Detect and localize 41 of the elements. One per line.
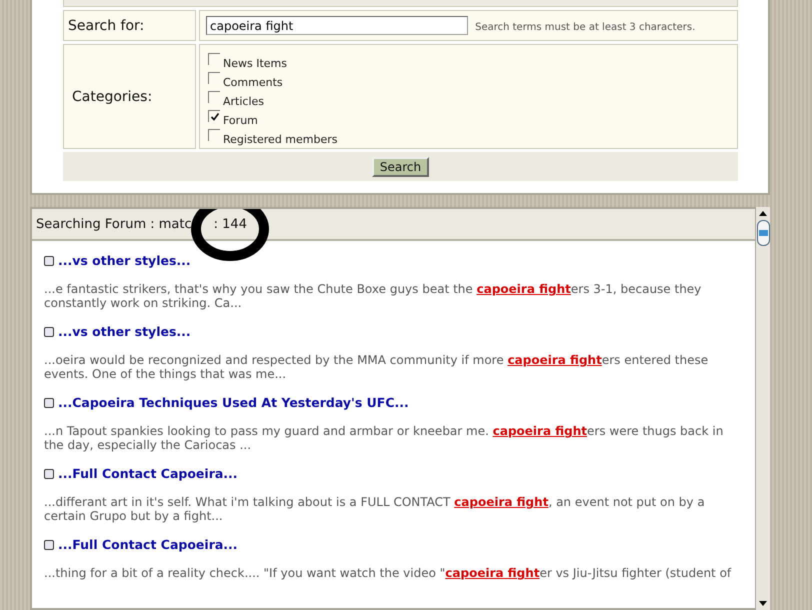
result-snippet: ...thing for a bit of a reality check.... "If you want watch the video "capoeira fighter vs Jiu-Jitsu fighter (student of [44, 566, 732, 580]
match-count: : 144 [214, 216, 247, 232]
checkbox-label: Forum [223, 114, 258, 127]
result-link[interactable]: ...Full Contact Capoeira... [58, 466, 238, 481]
highlight-link[interactable]: capoeira fight [445, 566, 540, 580]
scroll-thumb[interactable] [756, 220, 770, 246]
result-link[interactable]: ...vs other styles... [58, 324, 191, 339]
scrollbar[interactable] [756, 207, 770, 610]
results-heading: Searching Forum : matc [36, 216, 192, 232]
categories-label: Categories: [72, 88, 152, 104]
checkbox[interactable] [208, 53, 220, 65]
highlight-link[interactable]: capoeira fight [476, 282, 571, 296]
scroll-down-icon[interactable] [759, 601, 767, 606]
bullet-icon [44, 468, 54, 478]
result-link[interactable]: ...vs other styles... [58, 253, 191, 268]
bullet-icon [44, 398, 54, 408]
bullet-icon [44, 256, 54, 266]
checkbox-label: Comments [223, 76, 283, 89]
search-label: Search for: [68, 18, 144, 34]
result-link[interactable]: ...Full Contact Capoeira... [58, 537, 238, 552]
result-snippet: ...e fantastic strikers, that's why you saw the Chute Boxe guys beat the capoeira fighters 3-1, because they constantly work on striking. Ca... [44, 282, 702, 310]
result-snippet: ...n Tapout spankies looking to pass my guard and armbar or kneebar me. capoeira fighters were thugs back in the day, especially the Cariocas ... [44, 424, 724, 452]
result-snippet: ...oeira would be recongnized and respected by the MMA community if more capoeira fighters entered these events. One of the things that was me... [44, 353, 710, 381]
checkbox-label: Articles [223, 95, 264, 108]
bullet-icon [44, 326, 54, 336]
checkbox[interactable] [208, 72, 220, 84]
checkbox-label: Registered members [223, 133, 338, 146]
search-button[interactable]: Search [372, 156, 430, 176]
search-field[interactable]: capoeira fight [206, 16, 468, 36]
checkbox[interactable] [208, 129, 220, 141]
checkbox-label: News Items [223, 57, 287, 70]
checkmark-icon [210, 112, 220, 122]
highlight-link[interactable]: capoeira fight [508, 353, 602, 367]
search-hint: Search terms must be at least 3 characters. [475, 22, 696, 33]
checkbox[interactable] [208, 91, 220, 103]
highlight-link[interactable]: capoeira fight [454, 495, 548, 509]
result-snippet: ...differant art in it's self. What i'm talking about is a FULL CONTACT capoeira fight, an event not put on by a certain Grupo but by a fight... [44, 495, 706, 523]
bullet-icon [44, 540, 54, 550]
highlight-link[interactable]: capoeira fight [492, 424, 587, 438]
checkbox[interactable] [208, 110, 220, 122]
result-link[interactable]: ...Capoeira Techniques Used At Yesterday's UFC... [58, 395, 409, 410]
